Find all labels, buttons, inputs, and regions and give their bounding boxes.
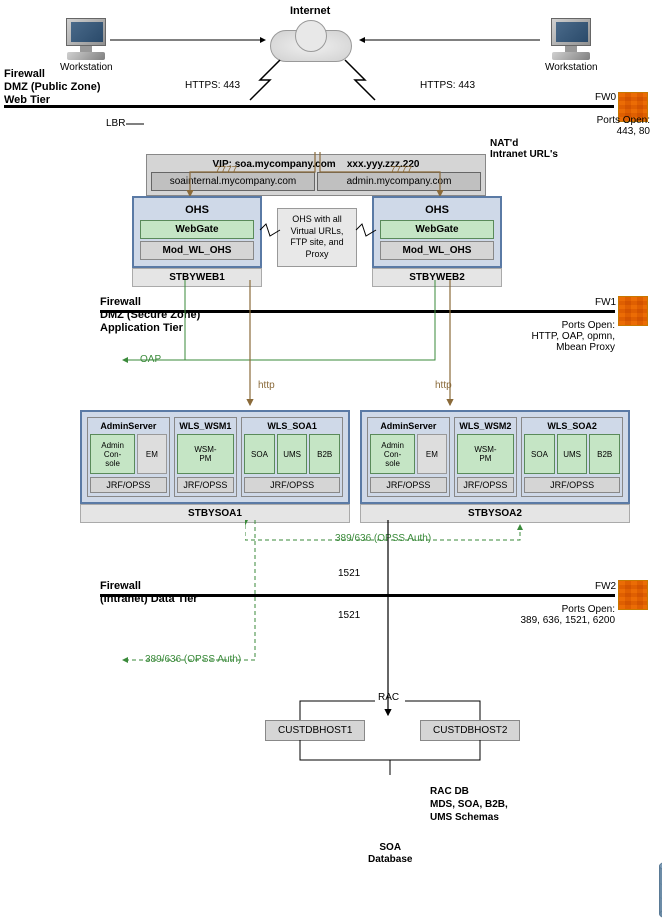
jrf-box: JRF/OPSS (524, 477, 620, 493)
internet-cloud-icon (270, 20, 350, 60)
ohs-host2-label: STBYWEB2 (372, 268, 502, 287)
https-label-left: HTTPS: 443 (185, 80, 240, 91)
ohs-webgate: WebGate (140, 220, 254, 239)
ums-box: UMS (277, 434, 308, 474)
fw0-ports: Ports Open: 443, 80 (570, 115, 650, 137)
ohs-title: OHS (138, 202, 256, 218)
port-1521-lower: 1521 (338, 610, 360, 621)
lbr-pointer (126, 118, 146, 130)
fw0-line (4, 105, 614, 108)
soa-host2-label: STBYSOA2 (360, 504, 630, 523)
ohs-title: OHS (378, 202, 496, 218)
soa-db-label: SOA Database (368, 842, 412, 866)
jrf-box: JRF/OPSS (90, 477, 167, 493)
http-left: http (258, 380, 275, 391)
lightning-left-icon (240, 55, 290, 105)
b2b-box: B2B (309, 434, 340, 474)
fw1-line (100, 310, 615, 313)
port-7777-right: 7777 (390, 165, 412, 176)
wls-soa1-title: WLS_SOA1 (244, 421, 340, 431)
wsm-pm-box: WSM- PM (177, 434, 235, 474)
ohs-mod: Mod_WL_OHS (140, 241, 254, 260)
opss-auth-label-lower: 389/636 (OPSS Auth) (145, 654, 241, 665)
em-box: EM (137, 434, 167, 474)
jrf-box: JRF/OPSS (457, 477, 515, 493)
http-arrows (190, 280, 460, 410)
soa-box: SOA (524, 434, 555, 474)
fw2-id: FW2 (595, 581, 616, 592)
jrf-box: JRF/OPSS (244, 477, 340, 493)
ums-box: UMS (557, 434, 588, 474)
rac-db-text: RAC DB MDS, SOA, B2B, UMS Schemas (430, 785, 508, 824)
db-host-1: CUSTDBHOST1 (265, 720, 365, 741)
fw2-line (100, 594, 615, 597)
admin-console-box: Admin Con- sole (370, 434, 415, 474)
fw0-id: FW0 (595, 92, 616, 103)
admin-server-title: AdminServer (370, 421, 447, 431)
wsm-pm-box: WSM- PM (457, 434, 515, 474)
admin-server-title: AdminServer (90, 421, 167, 431)
wls-wsm1-title: WLS_WSM1 (177, 421, 235, 431)
load-balancer-box: VIP: soa.mycompany.com xxx.yyy.zzz.220 s… (146, 154, 486, 196)
db-host-2: CUSTDBHOST2 (420, 720, 520, 741)
soa-host-2: AdminServer Admin Con- soleEM JRF/OPSS W… (360, 410, 630, 523)
http-right: http (435, 380, 452, 391)
rac-label: RAC (378, 692, 399, 703)
soa-box: SOA (244, 434, 275, 474)
firewall-brick-icon (618, 580, 648, 610)
ohs-mod: Mod_WL_OHS (380, 241, 494, 260)
db-arrow (378, 520, 398, 720)
opss-auth-label-upper: 389/636 (OPSS Auth) (335, 533, 431, 544)
ohs-note: OHS with all Virtual URLs, FTP site, and… (277, 208, 357, 267)
workstation-icon (546, 18, 596, 60)
lbr-label: LBR (106, 118, 125, 129)
jrf-box: JRF/OPSS (177, 477, 235, 493)
workstation-left: Workstation (60, 18, 113, 73)
wls-wsm2-title: WLS_WSM2 (457, 421, 515, 431)
fw1-id: FW1 (595, 297, 616, 308)
soa-host-1: AdminServer Admin Con- soleEM JRF/OPSS W… (80, 410, 350, 523)
fw0-title: Firewall DMZ (Public Zone) Web Tier (4, 68, 101, 108)
wls-soa2-title: WLS_SOA2 (524, 421, 620, 431)
workstation-label: Workstation (545, 62, 598, 73)
port-7777-left: 7777 (215, 165, 237, 176)
workstation-icon (61, 18, 111, 60)
workstation-right: Workstation (545, 18, 598, 73)
admin-console-box: Admin Con- sole (90, 434, 135, 474)
jrf-box: JRF/OPSS (370, 477, 447, 493)
ohs-host-2: OHS WebGate Mod_WL_OHS STBYWEB2 (372, 196, 502, 287)
lbr-nat-label: NAT'd Intranet URL's (490, 138, 558, 160)
em-box: EM (417, 434, 447, 474)
soa-host1-label: STBYSOA1 (80, 504, 350, 523)
fw2-ports: Ports Open: 389, 636, 1521, 6200 (500, 604, 615, 626)
port-1521-upper: 1521 (338, 568, 360, 579)
fw1-title: Firewall DMZ (Secure Zone) Application T… (100, 296, 200, 336)
ohs-host1-label: STBYWEB1 (132, 268, 262, 287)
arrow-ws-to-cloud-right (355, 30, 545, 50)
https-label-right: HTTPS: 443 (420, 80, 475, 91)
lightning-right-icon (335, 55, 385, 105)
fw1-ports: Ports Open: HTTP, OAP, opmn, Mbean Proxy (520, 320, 615, 353)
internet-label: Internet (290, 5, 330, 17)
firewall-brick-icon (618, 296, 648, 326)
db-join-lines (280, 740, 500, 780)
ohs-host-1: OHS WebGate Mod_WL_OHS STBYWEB1 (132, 196, 262, 287)
ohs-webgate: WebGate (380, 220, 494, 239)
oap-label: OAP (140, 354, 161, 365)
b2b-box: B2B (589, 434, 620, 474)
arrow-ws-to-cloud-left (110, 30, 270, 50)
